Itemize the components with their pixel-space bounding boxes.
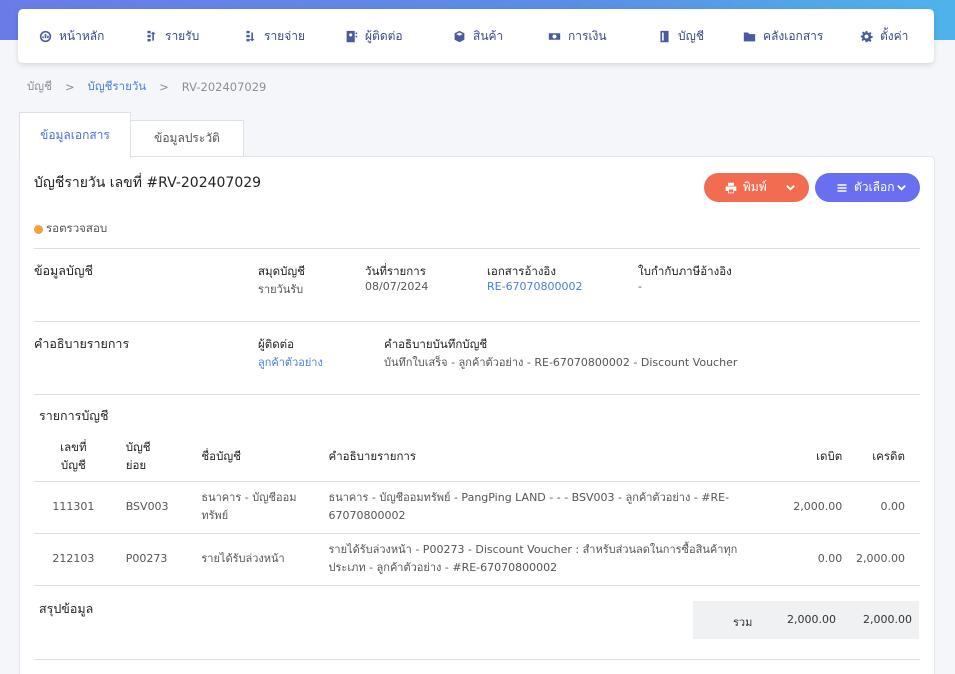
nav-item-4[interactable]: ผู้ติดต่อ [345,9,403,63]
table-header-row: เลขที่บัญชี บัญชีย่อย ชื่อบัญชี คำอธิบาย… [34,431,920,482]
cell-description: รายได้รับล่วงหน้า - P00273 - Discount Vo… [315,533,768,586]
print-button[interactable]: พิมพ์ [704,173,809,202]
reference-doc-link[interactable]: RE-67070800002 [487,280,583,293]
summary-totals: รวม 2,000.00 2,000.00 [693,601,919,639]
account-info-section-label: ข้อมูลบัญชี [34,263,94,278]
contacts-icon [345,30,358,43]
nav-item-label: การเงิน [568,28,607,43]
divider [34,321,920,322]
ledger-icon [658,30,671,43]
dashboard-icon [39,30,52,43]
cell-debit: 2,000.00 [767,481,843,534]
cell-description: ธนาคาร - บัญชีออมทรัพย์ - PangPing LAND … [315,481,768,534]
nav-item-5[interactable]: สินค้า [453,9,503,63]
cell-account-code: 212103 [34,533,113,586]
breadcrumb: บัญชี > บัญชีรายวัน > RV-202407029 [27,79,266,95]
column-header-subaccount: บัญชีย่อย [112,431,189,482]
nav-item-9[interactable]: ตั้งค่า [860,9,908,63]
cell-subaccount: BSV003 [112,481,189,534]
printer-icon [725,182,737,194]
status-text: รอตรวจสอบ [46,221,108,235]
column-header-debit: เดบิต [767,431,843,482]
nav-item-7[interactable]: บัญชี [658,9,704,63]
tab-document-info[interactable]: ข้อมูลเอกสาร [19,112,131,158]
options-button[interactable]: ตัวเลือก [815,173,920,202]
print-button-label: พิมพ์ [743,180,767,194]
divider [34,394,920,395]
column-header-description: คำอธิบายรายการ [315,431,768,482]
breadcrumb-separator: > [159,80,169,94]
nav-item-label: ตั้งค่า [880,28,909,43]
transaction-date-value: 08/07/2024 [365,280,429,293]
cell-subaccount: P00273 [112,533,189,586]
nav-item-label: หน้าหลัก [59,28,105,43]
document-card: บัญชีรายวัน เลขที่ #RV-202407029 พิมพ์ ต… [19,156,935,674]
cell-credit: 0.00 [842,481,920,534]
cell-credit: 2,000.00 [842,533,920,586]
income-icon [145,30,158,43]
status-dot [34,224,43,234]
nav-item-label: ผู้ติดต่อ [365,28,403,43]
nav-item-6[interactable]: การเงิน [548,9,607,63]
divider [34,659,920,660]
tax-invoice-value: - [638,280,642,293]
breadcrumb-root[interactable]: บัญชี [27,78,52,96]
total-credit: 2,000.00 [863,613,912,626]
cell-debit: 0.00 [767,533,843,586]
column-header-name: ชื่อบัญชี [188,431,316,482]
menu-lines-icon [836,182,848,194]
cell-account-code: 111301 [34,481,113,534]
journal-entries-table: เลขที่บัญชี บัญชีย่อย ชื่อบัญชี คำอธิบาย… [34,431,920,586]
total-label: รวม [733,616,753,629]
contact-label: ผู้ติดต่อ [258,337,295,351]
nav-item-label: รายจ่าย [264,28,306,43]
tax-invoice-label: ใบกำกับภาษีอ้างอิง [638,264,732,278]
contact-link[interactable]: ลูกค้าตัวอย่าง [258,353,323,371]
product-box-icon [453,30,466,43]
nav-item-2[interactable]: รายรับ [145,9,199,63]
page-title: บัญชีรายวัน เลขที่ #RV-202407029 [34,175,262,191]
summary-section-label: สรุปข้อมูล [39,601,94,616]
gear-icon [860,30,873,43]
cell-account-name: รายได้รับล่วงหน้า [188,533,316,586]
cell-account-name: ธนาคาร - บัญชีออมทรัพย์ [188,481,316,534]
column-header-code: เลขที่บัญชี [34,431,113,482]
options-button-label: ตัวเลือก [854,180,895,194]
chevron-down-icon [896,182,907,193]
memo-label: คำอธิบายบันทึกบัญชี [384,337,488,351]
entries-section-label: รายการบัญชี [39,408,109,423]
chevron-down-icon [785,182,796,193]
transaction-date-label: วันที่รายการ [365,264,426,278]
divider [34,248,920,249]
total-debit: 2,000.00 [787,613,836,626]
breadcrumb-section[interactable]: บัญชีรายวัน [88,78,147,96]
description-section-label: คำอธิบายรายการ [34,336,130,351]
breadcrumb-separator: > [64,80,75,94]
main-navbar: หน้าหลัก รายรับ รายจ่าย ผู้ติดต่อ สินค้า การเ… [18,9,934,63]
nav-item-8[interactable]: คลังเอกสาร [743,9,823,63]
folder-icon [743,30,756,43]
breadcrumb-current: RV-202407029 [181,80,267,94]
tab-history-info[interactable]: ข้อมูลประวัติ [130,120,244,157]
column-header-credit: เครดิต [842,431,920,482]
nav-item-1[interactable]: หน้าหลัก [39,9,104,63]
table-row: 111301 BSV003 ธนาคาร - บัญชีออมทรัพย์ ธนาคา… [34,481,920,534]
nav-item-label: สินค้า [473,28,504,43]
reference-doc-label: เอกสารอ้างอิง [487,264,556,278]
nav-item-label: คลังเอกสาร [763,28,824,43]
memo-value: บันทึกใบเสร็จ - ลูกค้าตัวอย่าง - RE-6707… [384,356,738,369]
status-badge: รอตรวจสอบ [34,220,107,238]
nav-item-label: รายรับ [165,28,200,43]
journal-book-value: รายวันรับ [258,283,304,296]
nav-item-3[interactable]: รายจ่าย [244,9,305,63]
nav-item-label: บัญชี [678,28,704,43]
table-row: 212103 P00273 รายได้รับล่วงหน้า รายได้รับล่… [34,533,920,586]
expense-icon [244,30,257,43]
money-icon [548,30,561,43]
journal-book-label: สมุดบัญชี [258,264,305,278]
